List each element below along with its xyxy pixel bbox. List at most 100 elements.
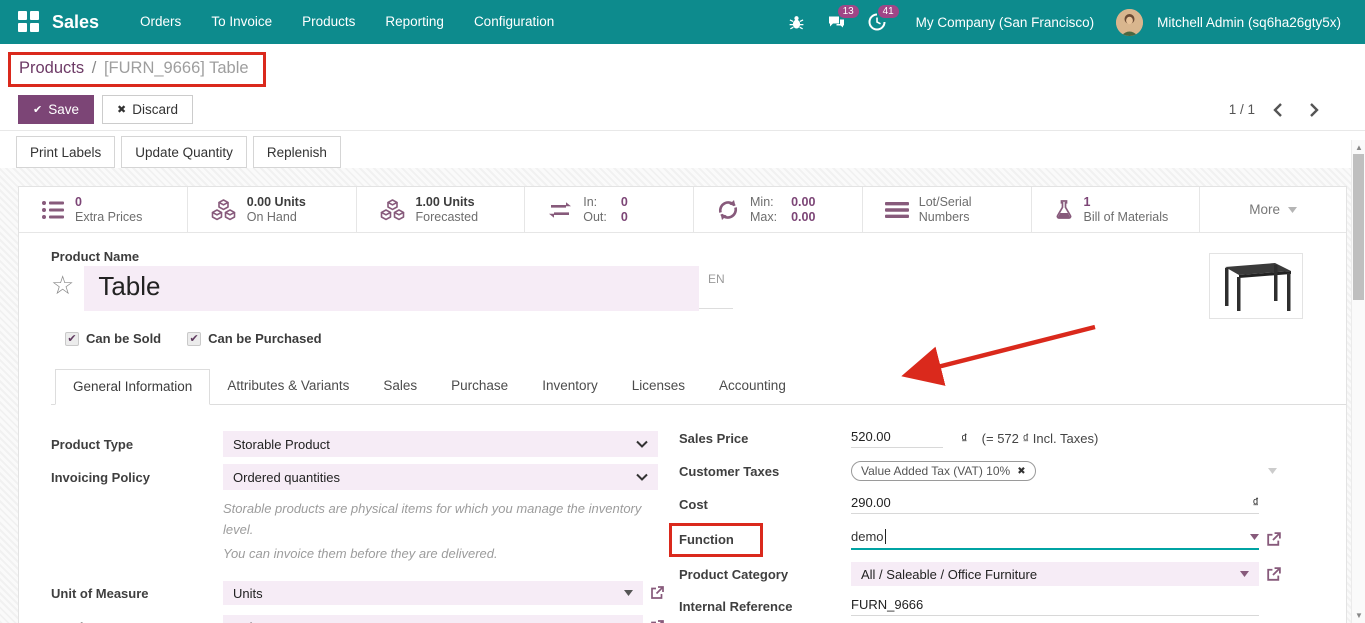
breadcrumb-current: [FURN_9666] Table: [104, 59, 249, 77]
notebook-tabs: General Information Attributes & Variant…: [51, 368, 1346, 405]
tab-general-information[interactable]: General Information: [55, 369, 210, 405]
purchase-uom-field[interactable]: Units: [223, 615, 643, 623]
apps-menu-icon[interactable]: [18, 11, 40, 33]
refresh-icon: [716, 199, 740, 221]
exchange-icon: [547, 200, 573, 220]
replenish-button[interactable]: Replenish: [253, 136, 341, 168]
purchase-uom-label: Purchase UoM: [51, 620, 223, 623]
invoicing-policy-label: Invoicing Policy: [51, 470, 223, 485]
currency-symbol: ₫: [1252, 495, 1259, 510]
unit-of-measure-field[interactable]: Units: [223, 581, 643, 605]
save-button[interactable]: ✔ Save: [18, 95, 94, 124]
stat-forecasted[interactable]: 1.00 UnitsForecasted: [357, 187, 526, 232]
cubes-icon: [210, 198, 237, 222]
unit-of-measure-label: Unit of Measure: [51, 586, 223, 601]
external-link-icon[interactable]: [649, 585, 665, 601]
currency-symbol: ₫: [961, 431, 968, 446]
list-icon: [41, 199, 65, 221]
app-name[interactable]: Sales: [52, 12, 99, 33]
stat-in-out[interactable]: In:0 Out:0: [525, 187, 694, 232]
function-input[interactable]: demo: [851, 529, 1259, 550]
activities-clock-icon[interactable]: 41: [860, 0, 894, 44]
checkbox-check-icon: ✔: [187, 332, 201, 346]
debug-bug-icon[interactable]: [780, 0, 814, 44]
tab-accounting[interactable]: Accounting: [702, 369, 803, 405]
invoicing-policy-help: Storable products are physical items for…: [223, 498, 653, 540]
remove-tag-icon[interactable]: ✖: [1017, 466, 1025, 477]
nav-item-to-invoice[interactable]: To Invoice: [196, 0, 287, 44]
external-link-icon[interactable]: [1265, 566, 1282, 583]
customer-tax-tag[interactable]: Value Added Tax (VAT) 10% ✖: [851, 461, 1036, 481]
customer-taxes-label: Customer Taxes: [679, 464, 851, 479]
product-type-select[interactable]: Storable Product: [223, 431, 658, 457]
general-information-pane: Product Type Storable Product Invoicing …: [19, 405, 1346, 623]
nav-item-reporting[interactable]: Reporting: [370, 0, 459, 44]
user-menu[interactable]: Mitchell Admin (sq6ha26gty5x): [1149, 15, 1351, 30]
tab-sales[interactable]: Sales: [366, 369, 434, 405]
update-quantity-button[interactable]: Update Quantity: [121, 136, 247, 168]
user-avatar[interactable]: [1116, 9, 1143, 36]
chevron-down-icon: [636, 440, 648, 448]
tab-purchase[interactable]: Purchase: [434, 369, 525, 405]
external-link-icon[interactable]: [649, 619, 665, 623]
stat-bill-of-materials[interactable]: 1Bill of Materials: [1032, 187, 1201, 232]
chevron-down-icon: [636, 473, 648, 481]
external-link-icon[interactable]: [1265, 531, 1282, 548]
nav-item-configuration[interactable]: Configuration: [459, 0, 569, 44]
scroll-down-icon[interactable]: ▼: [1352, 611, 1365, 620]
stat-more-dropdown[interactable]: More: [1200, 187, 1346, 232]
breadcrumb-parent[interactable]: Products: [19, 59, 84, 77]
print-labels-button[interactable]: Print Labels: [16, 136, 115, 168]
nav-item-products[interactable]: Products: [287, 0, 370, 44]
cubes-icon: [379, 198, 406, 222]
vertical-scrollbar[interactable]: ▲ ▼: [1351, 140, 1365, 623]
can-be-sold-checkbox[interactable]: ✔ Can be Sold: [65, 331, 161, 346]
form-background: 0Extra Prices 0.00 UnitsOn Hand 1.00 Uni…: [0, 168, 1365, 623]
caret-down-icon[interactable]: [1268, 468, 1277, 474]
stat-lot-serial[interactable]: Lot/SerialNumbers: [863, 187, 1032, 232]
sales-price-input[interactable]: 520.00: [851, 429, 943, 448]
function-label: Function: [679, 532, 851, 547]
top-navbar: Sales Orders To Invoice Products Reporti…: [0, 0, 1365, 44]
can-be-purchased-checkbox[interactable]: ✔ Can be Purchased: [187, 331, 321, 346]
activities-count-badge: 41: [878, 5, 899, 18]
stat-extra-prices[interactable]: 0Extra Prices: [19, 187, 188, 232]
stat-min-max[interactable]: Min:0.00 Max:0.00: [694, 187, 863, 232]
cost-input[interactable]: 290.00 ₫: [851, 495, 1259, 514]
tab-licenses[interactable]: Licenses: [615, 369, 702, 405]
breadcrumb-separator: /: [88, 59, 101, 77]
company-switcher[interactable]: My Company (San Francisco): [900, 15, 1111, 30]
discard-button[interactable]: ✖ Discard: [102, 95, 193, 124]
lines-icon: [885, 201, 909, 219]
table-image: [1217, 259, 1295, 313]
tab-inventory[interactable]: Inventory: [525, 369, 615, 405]
pager-next-icon[interactable]: [1309, 102, 1319, 118]
invoicing-policy-help2: You can invoice them before they are del…: [223, 543, 653, 564]
text-cursor: [885, 529, 886, 544]
product-name-label: Product Name: [51, 249, 1346, 264]
nav-item-orders[interactable]: Orders: [125, 0, 196, 44]
language-badge[interactable]: EN: [699, 266, 733, 309]
product-category-label: Product Category: [679, 567, 851, 582]
scrollbar-thumb[interactable]: [1353, 154, 1364, 300]
invoicing-policy-select[interactable]: Ordered quantities: [223, 464, 658, 490]
product-category-field[interactable]: All / Saleable / Office Furniture: [851, 562, 1259, 586]
pager-previous-icon[interactable]: [1273, 102, 1283, 118]
flask-icon: [1054, 199, 1074, 221]
stat-on-hand[interactable]: 0.00 UnitsOn Hand: [188, 187, 357, 232]
cost-label: Cost: [679, 497, 851, 512]
control-panel: Products / [FURN_9666] Table ✔ Save ✖ Di…: [0, 44, 1365, 130]
favorite-star-icon[interactable]: ☆: [51, 270, 74, 301]
internal-reference-input[interactable]: FURN_9666: [851, 597, 1259, 616]
caret-down-icon[interactable]: [1250, 534, 1259, 540]
product-image[interactable]: [1209, 253, 1303, 319]
breadcrumb-annotation-box: Products / [FURN_9666] Table: [8, 52, 266, 87]
scroll-up-icon[interactable]: ▲: [1352, 143, 1365, 152]
caret-down-icon: [1240, 571, 1249, 577]
tab-attributes-variants[interactable]: Attributes & Variants: [210, 369, 366, 405]
caret-down-icon: [1288, 207, 1297, 213]
sales-price-label: Sales Price: [679, 431, 851, 446]
messages-icon[interactable]: 13: [820, 0, 854, 44]
product-name-input[interactable]: Table: [84, 266, 699, 311]
stat-buttons-row: 0Extra Prices 0.00 UnitsOn Hand 1.00 Uni…: [19, 187, 1346, 233]
